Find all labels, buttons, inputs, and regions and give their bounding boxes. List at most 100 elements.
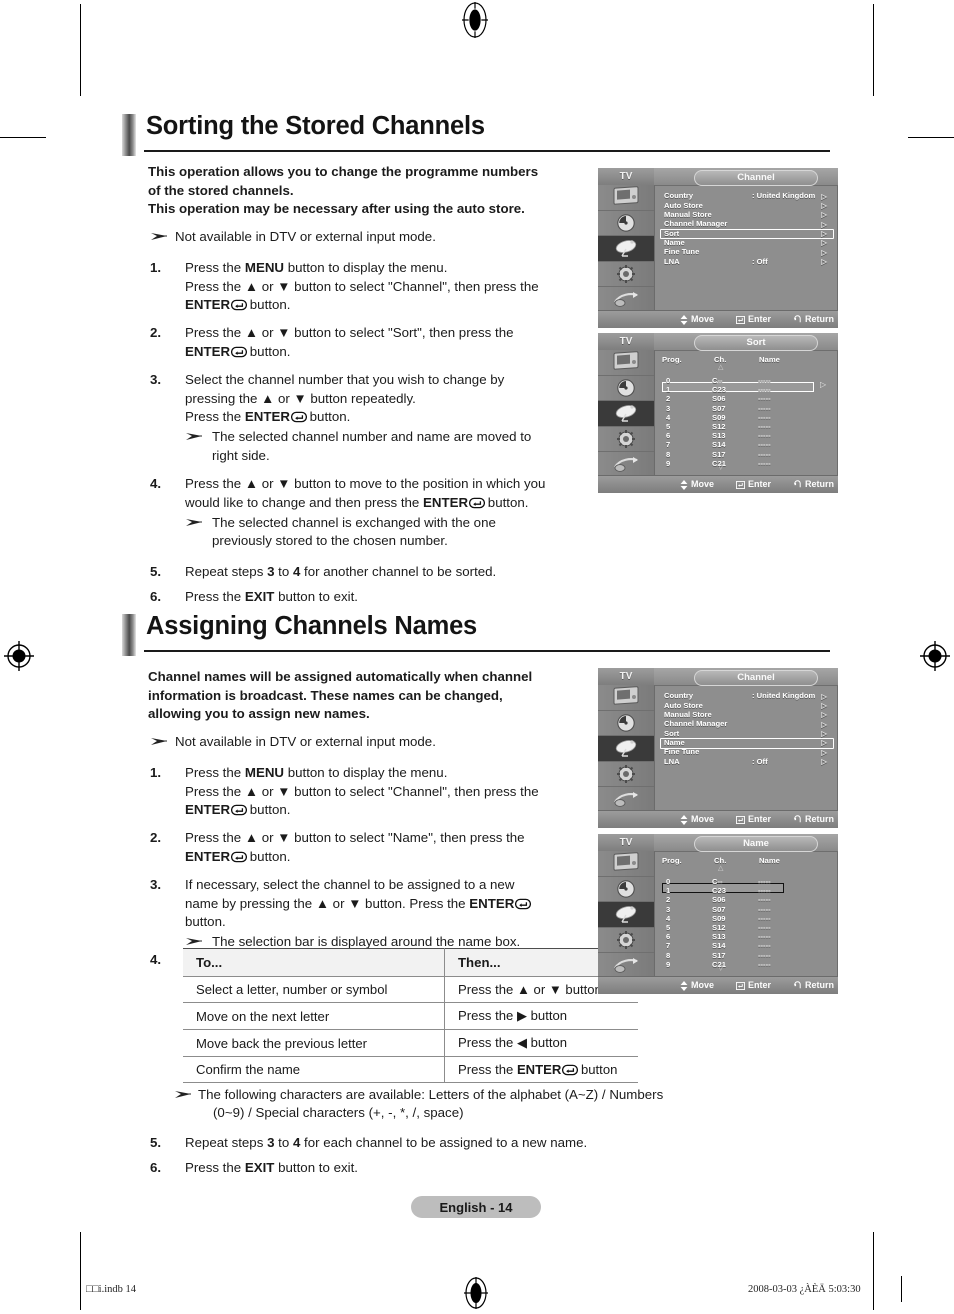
enter-icon: [231, 850, 248, 863]
step-note-text: The selected channel number and name are…: [212, 429, 532, 445]
channel-dish-icon[interactable]: [598, 236, 654, 262]
setup-gear-icon[interactable]: [598, 427, 654, 452]
input-icon[interactable]: [598, 452, 654, 478]
osd-enter-label: Enter: [748, 478, 772, 489]
osd-move-hint: Move: [680, 314, 714, 325]
naming-final-note: The following characters are available: …: [148, 1086, 748, 1123]
table-row[interactable]: 4 S09 -----: [654, 914, 838, 923]
scroll-up-icon[interactable]: △: [718, 363, 723, 372]
table-row[interactable]: 9 C21 -----: [654, 459, 838, 468]
menu-item-name[interactable]: Name ▷: [654, 238, 838, 247]
chevron-right-icon: ▷: [821, 219, 827, 229]
picture-icon[interactable]: [598, 350, 654, 376]
cell-name: -----: [758, 440, 771, 450]
enter-icon: [515, 897, 532, 909]
table-row[interactable]: 2 S06 -----: [654, 394, 838, 403]
menu-item-channel-manager[interactable]: Channel Manager ▷: [654, 719, 838, 728]
menu-item-country[interactable]: Country: United Kingdom ▷: [654, 191, 838, 200]
table-row[interactable]: 9 C21 -----: [654, 960, 838, 969]
chevron-right-icon: ▷: [821, 200, 827, 210]
sound-icon[interactable]: [598, 211, 654, 236]
menu-item-manual-store[interactable]: Manual Store ▷: [654, 210, 838, 219]
menu-item-fine-tune[interactable]: Fine Tune ▷: [654, 747, 838, 756]
menu-item-channel-manager[interactable]: Channel Manager ▷: [654, 219, 838, 228]
table-row[interactable]: 5 S12 -----: [654, 923, 838, 932]
table-row[interactable]: 1 C23 -----: [654, 385, 838, 394]
table-row: Move on the next letter Press the ▶ butt…: [183, 1002, 638, 1030]
menu-item-fine-tune[interactable]: Fine Tune ▷: [654, 247, 838, 256]
step-4-note: The selected channel is exchanged with t…: [185, 514, 593, 551]
crop-mark-top-right: [873, 4, 874, 96]
scroll-down-icon[interactable]: ▽: [718, 964, 723, 973]
osd-return-hint: Return: [793, 479, 834, 489]
menu-item-lna[interactable]: LNA: Off ▷: [654, 757, 838, 766]
setup-gear-icon[interactable]: [598, 262, 654, 287]
osd-sidebar: [598, 185, 655, 328]
cell-name: -----: [758, 904, 771, 914]
osd-move-label: Move: [691, 478, 715, 489]
input-icon[interactable]: [598, 953, 654, 979]
step-line: Repeat steps 3 to 4 for each channel to …: [185, 1134, 748, 1152]
step-text: button to exit.: [274, 589, 358, 605]
step-text: Repeat steps: [185, 563, 268, 579]
osd-return-hint: Return: [793, 314, 834, 324]
table-row[interactable]: 0 C-- -----: [654, 376, 838, 385]
menu-item-lna[interactable]: LNA: Off ▷: [654, 257, 838, 266]
table-row[interactable]: 6 S13 -----: [654, 431, 838, 440]
table-row[interactable]: 6 S13 -----: [654, 932, 838, 941]
step-number: 1.: [150, 765, 162, 781]
table-row[interactable]: 3 S07 -----: [654, 905, 838, 914]
osd-device-label: TV: [598, 668, 654, 685]
naming-lead-line3: allowing you to assign new names.: [148, 706, 370, 722]
step-text: to: [274, 563, 293, 579]
table-row[interactable]: 5 S12 -----: [654, 422, 838, 431]
input-icon[interactable]: [598, 287, 654, 313]
menu-item-country[interactable]: Country: United Kingdom ▷: [654, 691, 838, 700]
menu-item-sort[interactable]: Sort ▷: [654, 729, 838, 738]
picture-icon[interactable]: [598, 685, 654, 711]
table-row[interactable]: 8 S17 -----: [654, 450, 838, 459]
menu-item-manual-store[interactable]: Manual Store ▷: [654, 710, 838, 719]
menu-item-auto-store[interactable]: Auto Store ▷: [654, 200, 838, 210]
table-row[interactable]: 0 C-- -----: [654, 877, 838, 886]
menu-label: Channel Manager: [664, 719, 728, 729]
table-row[interactable]: 8 S17 -----: [654, 951, 838, 960]
input-icon[interactable]: [598, 787, 654, 813]
step-number: 6.: [150, 1160, 162, 1176]
osd-enter-label: Enter: [748, 813, 772, 824]
picture-icon[interactable]: [598, 851, 654, 877]
sound-icon[interactable]: [598, 711, 654, 736]
cell-ch: C--: [712, 877, 723, 886]
table-row[interactable]: 1 C23 -----: [654, 886, 838, 895]
menu-label: Country: [664, 691, 694, 701]
table-row[interactable]: 2 S06 -----: [654, 895, 838, 904]
cell-name: -----: [758, 449, 771, 459]
naming-step-1: 1. Press the MENU button to display the …: [148, 764, 598, 819]
channel-dish-icon[interactable]: [598, 902, 654, 928]
cell-ch: C23: [712, 886, 726, 896]
cell-name: -----: [758, 950, 771, 960]
setup-gear-icon[interactable]: [598, 762, 654, 787]
sound-icon[interactable]: [598, 877, 654, 902]
setup-gear-icon[interactable]: [598, 928, 654, 953]
section-naming-heading: Assigning Channels Names: [122, 612, 832, 656]
menu-item-sort[interactable]: Sort ▷: [654, 229, 838, 238]
scroll-down-icon[interactable]: ▽: [718, 463, 723, 472]
menu-item-auto-store[interactable]: Auto Store ▷: [654, 700, 838, 710]
table-row[interactable]: 7 S14 -----: [654, 941, 838, 950]
step-text: button to exit.: [274, 1160, 358, 1176]
menu-item-name[interactable]: Name ▷: [654, 738, 838, 747]
heading-accent-bar: [122, 114, 136, 156]
table-row[interactable]: 4 S09 -----: [654, 413, 838, 422]
step-text: button to select "Channel", then press t…: [290, 783, 539, 799]
channel-dish-icon[interactable]: [598, 401, 654, 427]
scroll-up-icon[interactable]: △: [718, 864, 723, 873]
chevron-right-icon: ▷: [821, 229, 827, 239]
channel-dish-icon[interactable]: [598, 736, 654, 762]
sound-icon[interactable]: [598, 376, 654, 401]
table-row[interactable]: 3 S07 -----: [654, 404, 838, 413]
picture-icon[interactable]: [598, 185, 654, 211]
sorting-lead-line2: of the stored channels.: [148, 182, 294, 198]
table-row[interactable]: 7 S14 -----: [654, 440, 838, 449]
note-arrow-icon: [150, 734, 170, 748]
